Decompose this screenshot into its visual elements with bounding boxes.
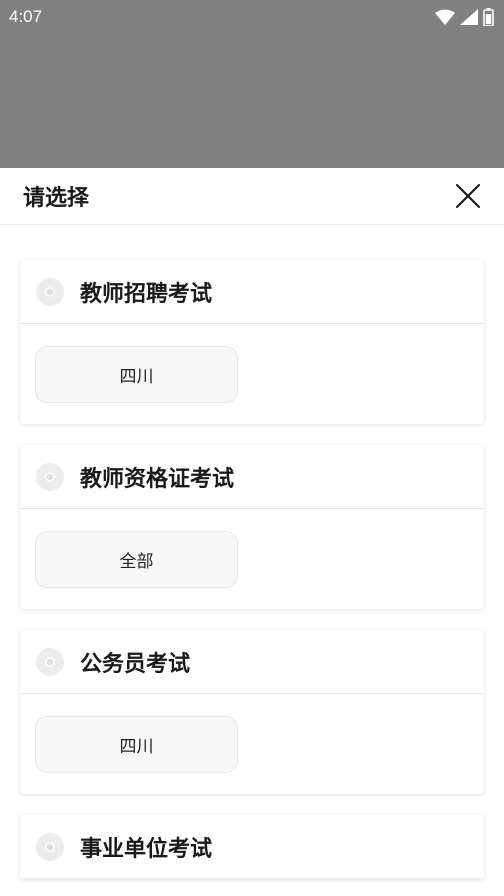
category-header[interactable]: 公务员考试 bbox=[20, 630, 484, 694]
option-chip[interactable]: 四川 bbox=[35, 346, 238, 403]
category-card: 教师招聘考试 四川 bbox=[20, 260, 484, 424]
category-card: 事业单位考试 bbox=[20, 815, 484, 879]
wifi-icon bbox=[435, 9, 455, 25]
close-button[interactable] bbox=[452, 180, 484, 212]
signal-icon bbox=[460, 9, 478, 25]
radio-icon[interactable] bbox=[36, 462, 64, 491]
status-icons bbox=[435, 8, 494, 26]
category-options: 四川 bbox=[20, 324, 484, 424]
sheet-title: 请选择 bbox=[23, 186, 90, 211]
category-title: 教师资格证考试 bbox=[80, 466, 235, 492]
radio-icon[interactable] bbox=[36, 647, 64, 676]
category-title: 公务员考试 bbox=[80, 651, 191, 677]
radio-icon[interactable] bbox=[36, 832, 64, 861]
status-bar: 4:07 bbox=[0, 0, 504, 34]
option-chip[interactable]: 四川 bbox=[35, 716, 238, 773]
close-icon bbox=[455, 183, 481, 209]
battery-icon bbox=[483, 8, 494, 26]
category-header[interactable]: 事业单位考试 bbox=[20, 815, 484, 879]
option-chip[interactable]: 全部 bbox=[35, 531, 238, 588]
selection-sheet: 请选择 教师招聘考试 四川 教师资格证考试 全部 公务员考试 四川 事业单位考试 bbox=[0, 168, 504, 896]
category-options: 四川 bbox=[20, 694, 484, 794]
category-list: 教师招聘考试 四川 教师资格证考试 全部 公务员考试 四川 事业单位考试 bbox=[0, 225, 504, 879]
category-card: 公务员考试 四川 bbox=[20, 630, 484, 794]
status-time: 4:07 bbox=[9, 7, 43, 26]
category-title: 教师招聘考试 bbox=[80, 281, 213, 307]
radio-icon[interactable] bbox=[36, 277, 64, 306]
sheet-header: 请选择 bbox=[0, 168, 504, 225]
category-header[interactable]: 教师资格证考试 bbox=[20, 445, 484, 509]
category-title: 事业单位考试 bbox=[80, 836, 213, 862]
category-header[interactable]: 教师招聘考试 bbox=[20, 260, 484, 324]
category-options: 全部 bbox=[20, 509, 484, 609]
category-card: 教师资格证考试 全部 bbox=[20, 445, 484, 609]
